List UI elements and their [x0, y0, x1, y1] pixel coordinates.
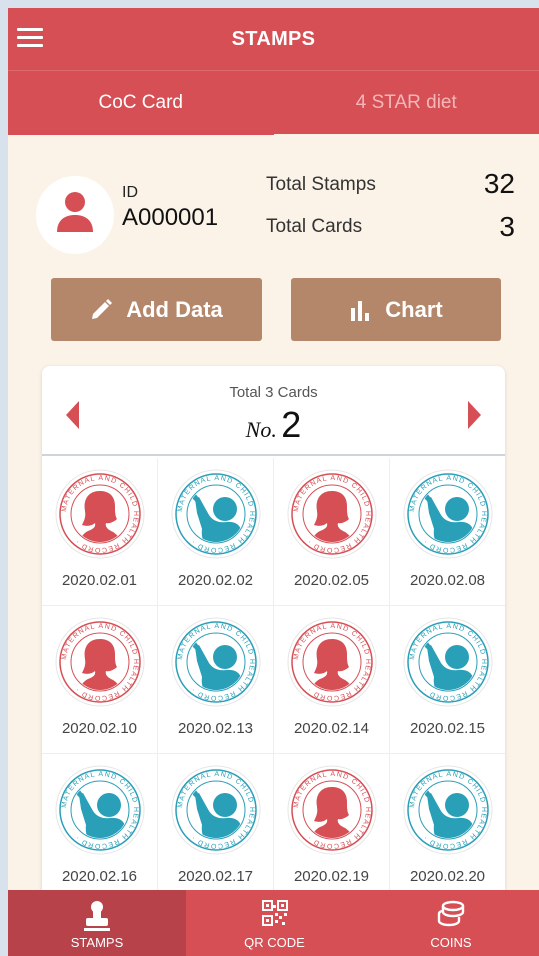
mother-stamp-icon: MATERNAL AND CHILD HEALTH RECORD · [55, 617, 145, 707]
total-cards-text: Total 3 Cards [229, 384, 318, 401]
stamp-date: 2020.02.14 [293, 720, 370, 737]
mother-stamp-icon: MATERNAL AND CHILD HEALTH RECORD · [287, 765, 377, 855]
stamp-cell[interactable]: MATERNAL AND CHILD HEALTH RECORD · 2020.… [390, 606, 505, 754]
next-card-arrow-icon[interactable] [468, 401, 481, 429]
avatar [36, 176, 114, 254]
total-stamps-value: 32 [483, 168, 515, 199]
stamp-cell[interactable]: MATERNAL AND CHILD HEALTH RECORD · 2020.… [158, 606, 274, 754]
stamp-date: 2020.02.15 [409, 720, 486, 737]
nav-qr-code[interactable]: QR CODE [186, 890, 363, 956]
baby-stamp-icon: MATERNAL AND CHILD HEALTH RECORD · [171, 469, 261, 559]
qr-code-icon [261, 900, 288, 926]
stamp-date: 2020.02.08 [409, 572, 486, 589]
total-cards-value: 3 [499, 211, 515, 242]
mother-stamp-icon: MATERNAL AND CHILD HEALTH RECORD · [55, 469, 145, 559]
stamp-cell[interactable]: MATERNAL AND CHILD HEALTH RECORD · 2020.… [42, 606, 158, 754]
add-data-label: Add Data [126, 296, 223, 322]
card-header: Total 3 Cards No. 2 [42, 366, 505, 456]
stamp-date: 2020.02.20 [409, 868, 486, 885]
stamp-cell[interactable]: MATERNAL AND CHILD HEALTH RECORD · 2020.… [274, 458, 390, 606]
stamp-cell[interactable]: MATERNAL AND CHILD HEALTH RECORD · 2020.… [274, 754, 390, 902]
stamp-cell[interactable]: MATERNAL AND CHILD HEALTH RECORD · 2020.… [158, 754, 274, 902]
stamp-card: Total 3 Cards No. 2 MATERNAL AND CHILD H… [42, 366, 505, 906]
nav-coins-label: COINS [430, 935, 472, 950]
chart-button[interactable]: Chart [291, 278, 501, 341]
stamp-date: 2020.02.02 [177, 572, 254, 589]
stamp-cell[interactable]: MATERNAL AND CHILD HEALTH RECORD · 2020.… [42, 754, 158, 902]
stamp-cell[interactable]: MATERNAL AND CHILD HEALTH RECORD · 2020.… [42, 458, 158, 606]
bottom-navigation: STAMPS QR CODE COINS [8, 890, 539, 956]
tab-bar: CoC Card 4 STAR diet [8, 70, 539, 135]
chart-label: Chart [385, 296, 443, 322]
stamp-icon [84, 901, 110, 931]
mother-stamp-icon: MATERNAL AND CHILD HEALTH RECORD · [287, 469, 377, 559]
card-number-value: 2 [281, 404, 302, 445]
stamp-date: 2020.02.19 [293, 868, 370, 885]
stamp-cell[interactable]: MATERNAL AND CHILD HEALTH RECORD · 2020.… [390, 458, 505, 606]
coins-icon [437, 900, 465, 927]
stamp-date: 2020.02.01 [61, 572, 138, 589]
bar-chart-icon [351, 300, 370, 321]
page-title: STAMPS [231, 28, 316, 50]
stamp-date: 2020.02.05 [293, 572, 370, 589]
total-stamps-label: Total Stamps [266, 174, 376, 195]
stamp-date: 2020.02.16 [61, 868, 138, 885]
top-app-bar: STAMPS [8, 8, 539, 70]
nav-qr-code-label: QR CODE [244, 935, 305, 950]
nav-stamps-label: STAMPS [70, 935, 124, 950]
stamp-cell[interactable]: MATERNAL AND CHILD HEALTH RECORD · 2020.… [274, 606, 390, 754]
nav-coins[interactable]: COINS [363, 890, 539, 956]
app-screen: STAMPS CoC Card 4 STAR diet ID A000001 T… [8, 8, 539, 956]
mother-stamp-icon: MATERNAL AND CHILD HEALTH RECORD · [287, 617, 377, 707]
add-data-button[interactable]: Add Data [51, 278, 262, 341]
id-label: ID [122, 184, 138, 201]
baby-stamp-icon: MATERNAL AND CHILD HEALTH RECORD · [403, 617, 493, 707]
nav-stamps[interactable]: STAMPS [8, 890, 186, 956]
card-number: No. 2 [42, 404, 505, 446]
stamp-date: 2020.02.10 [61, 720, 138, 737]
baby-stamp-icon: MATERNAL AND CHILD HEALTH RECORD · [171, 617, 261, 707]
baby-stamp-icon: MATERNAL AND CHILD HEALTH RECORD · [403, 469, 493, 559]
id-value: A000001 [122, 204, 219, 231]
stamp-date: 2020.02.13 [177, 720, 254, 737]
stamp-cell[interactable]: MATERNAL AND CHILD HEALTH RECORD · 2020.… [390, 754, 505, 902]
baby-stamp-icon: MATERNAL AND CHILD HEALTH RECORD · [171, 765, 261, 855]
pencil-icon [92, 298, 113, 319]
card-number-prefix: No. [245, 417, 277, 442]
baby-stamp-icon: MATERNAL AND CHILD HEALTH RECORD · [403, 765, 493, 855]
tab-4-star-diet[interactable]: 4 STAR diet [274, 71, 539, 135]
baby-stamp-icon: MATERNAL AND CHILD HEALTH RECORD · [55, 765, 145, 855]
stamp-date: 2020.02.17 [177, 868, 254, 885]
stamp-cell[interactable]: MATERNAL AND CHILD HEALTH RECORD · 2020.… [158, 458, 274, 606]
user-icon [57, 192, 93, 232]
tab-coc-card[interactable]: CoC Card [8, 71, 274, 135]
total-cards-label: Total Cards [266, 216, 363, 237]
